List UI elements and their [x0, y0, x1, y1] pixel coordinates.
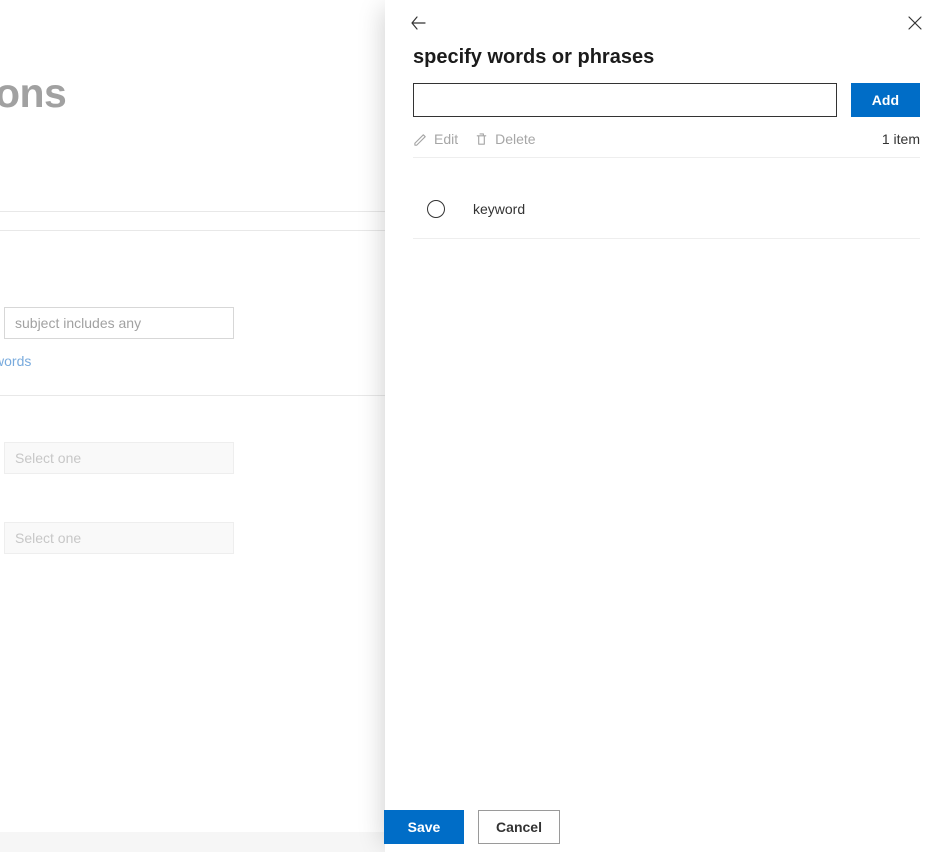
list-item[interactable]: keyword [413, 188, 920, 239]
delete-button[interactable]: Delete [474, 131, 535, 147]
background-page: rule conditions et conditions for your t… [0, 0, 385, 852]
close-icon [907, 15, 923, 31]
panel-title: specify words or phrases [413, 46, 920, 69]
apply-if-label: ule if * [0, 283, 380, 299]
arrow-left-icon [410, 15, 426, 31]
radio-select[interactable] [427, 200, 445, 218]
divider [0, 211, 385, 212]
save-button[interactable]: Save [384, 810, 464, 844]
page-title: rule conditions [0, 70, 380, 117]
list-item-label: keyword [473, 201, 525, 217]
panel-topbar [385, 0, 948, 46]
do-following-label: owing * [0, 418, 380, 434]
item-count: 1 item [882, 131, 920, 147]
condition-match-select[interactable]: subject includes any [4, 307, 234, 339]
back-button[interactable] [403, 8, 433, 38]
cancel-button[interactable]: Cancel [478, 810, 560, 844]
pencil-icon [413, 132, 428, 147]
background-footer-bar [0, 832, 385, 852]
page-subtitle: et conditions for your transport rule [0, 167, 380, 183]
action-value-select[interactable]: Select one [4, 442, 234, 474]
secondary-value-select[interactable]: Select one [4, 522, 234, 554]
condition-helper: includes any of these words Enter words [0, 353, 380, 369]
word-input[interactable] [413, 83, 837, 117]
add-button[interactable]: Add [851, 83, 920, 117]
specify-words-panel: specify words or phrases Add Edit Delete [385, 0, 948, 852]
edit-button[interactable]: Edit [413, 131, 458, 147]
close-button[interactable] [900, 8, 930, 38]
trash-icon [474, 132, 489, 147]
divider [0, 230, 385, 231]
enter-words-link[interactable]: Enter words [0, 353, 31, 369]
divider [0, 395, 385, 396]
